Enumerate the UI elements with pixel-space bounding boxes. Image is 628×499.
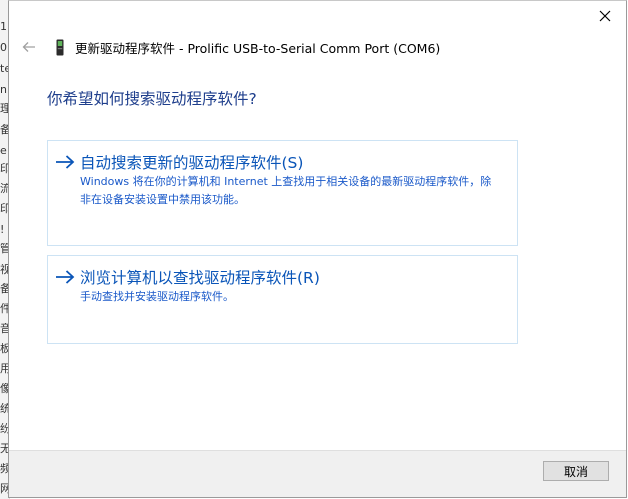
- close-button[interactable]: [592, 5, 618, 27]
- usb-device-icon: [53, 38, 67, 56]
- window-title: 更新驱动程序软件 - Prolific USB-to-Serial Comm P…: [75, 40, 441, 56]
- title-bar: 更新驱动程序软件 - Prolific USB-to-Serial Comm P…: [17, 34, 440, 60]
- option-description: 手动查找并安装驱动程序软件。: [80, 290, 234, 303]
- update-driver-dialog: 更新驱动程序软件 - Prolific USB-to-Serial Comm P…: [8, 0, 627, 498]
- arrow-left-icon: [22, 42, 35, 52]
- option-description: Windows 将在你的计算机和 Internet 上查找用于相关设备的最新驱动…: [80, 175, 492, 206]
- dialog-footer: 取消: [9, 450, 626, 497]
- arrow-right-icon: [56, 270, 75, 284]
- back-button[interactable]: [17, 35, 41, 59]
- option-title: 自动搜索更新的驱动程序软件(S): [80, 154, 304, 172]
- option-title: 浏览计算机以查找驱动程序软件(R): [80, 269, 320, 287]
- page-heading: 你希望如何搜索驱动程序软件?: [47, 90, 257, 108]
- browse-computer-option[interactable]: 浏览计算机以查找驱动程序软件(R) 手动查找并安装驱动程序软件。: [47, 255, 518, 344]
- cancel-button[interactable]: 取消: [543, 461, 609, 481]
- search-automatically-option[interactable]: 自动搜索更新的驱动程序软件(S) Windows 将在你的计算机和 Intern…: [47, 140, 518, 246]
- arrow-right-icon: [56, 155, 75, 169]
- close-icon: [599, 10, 611, 22]
